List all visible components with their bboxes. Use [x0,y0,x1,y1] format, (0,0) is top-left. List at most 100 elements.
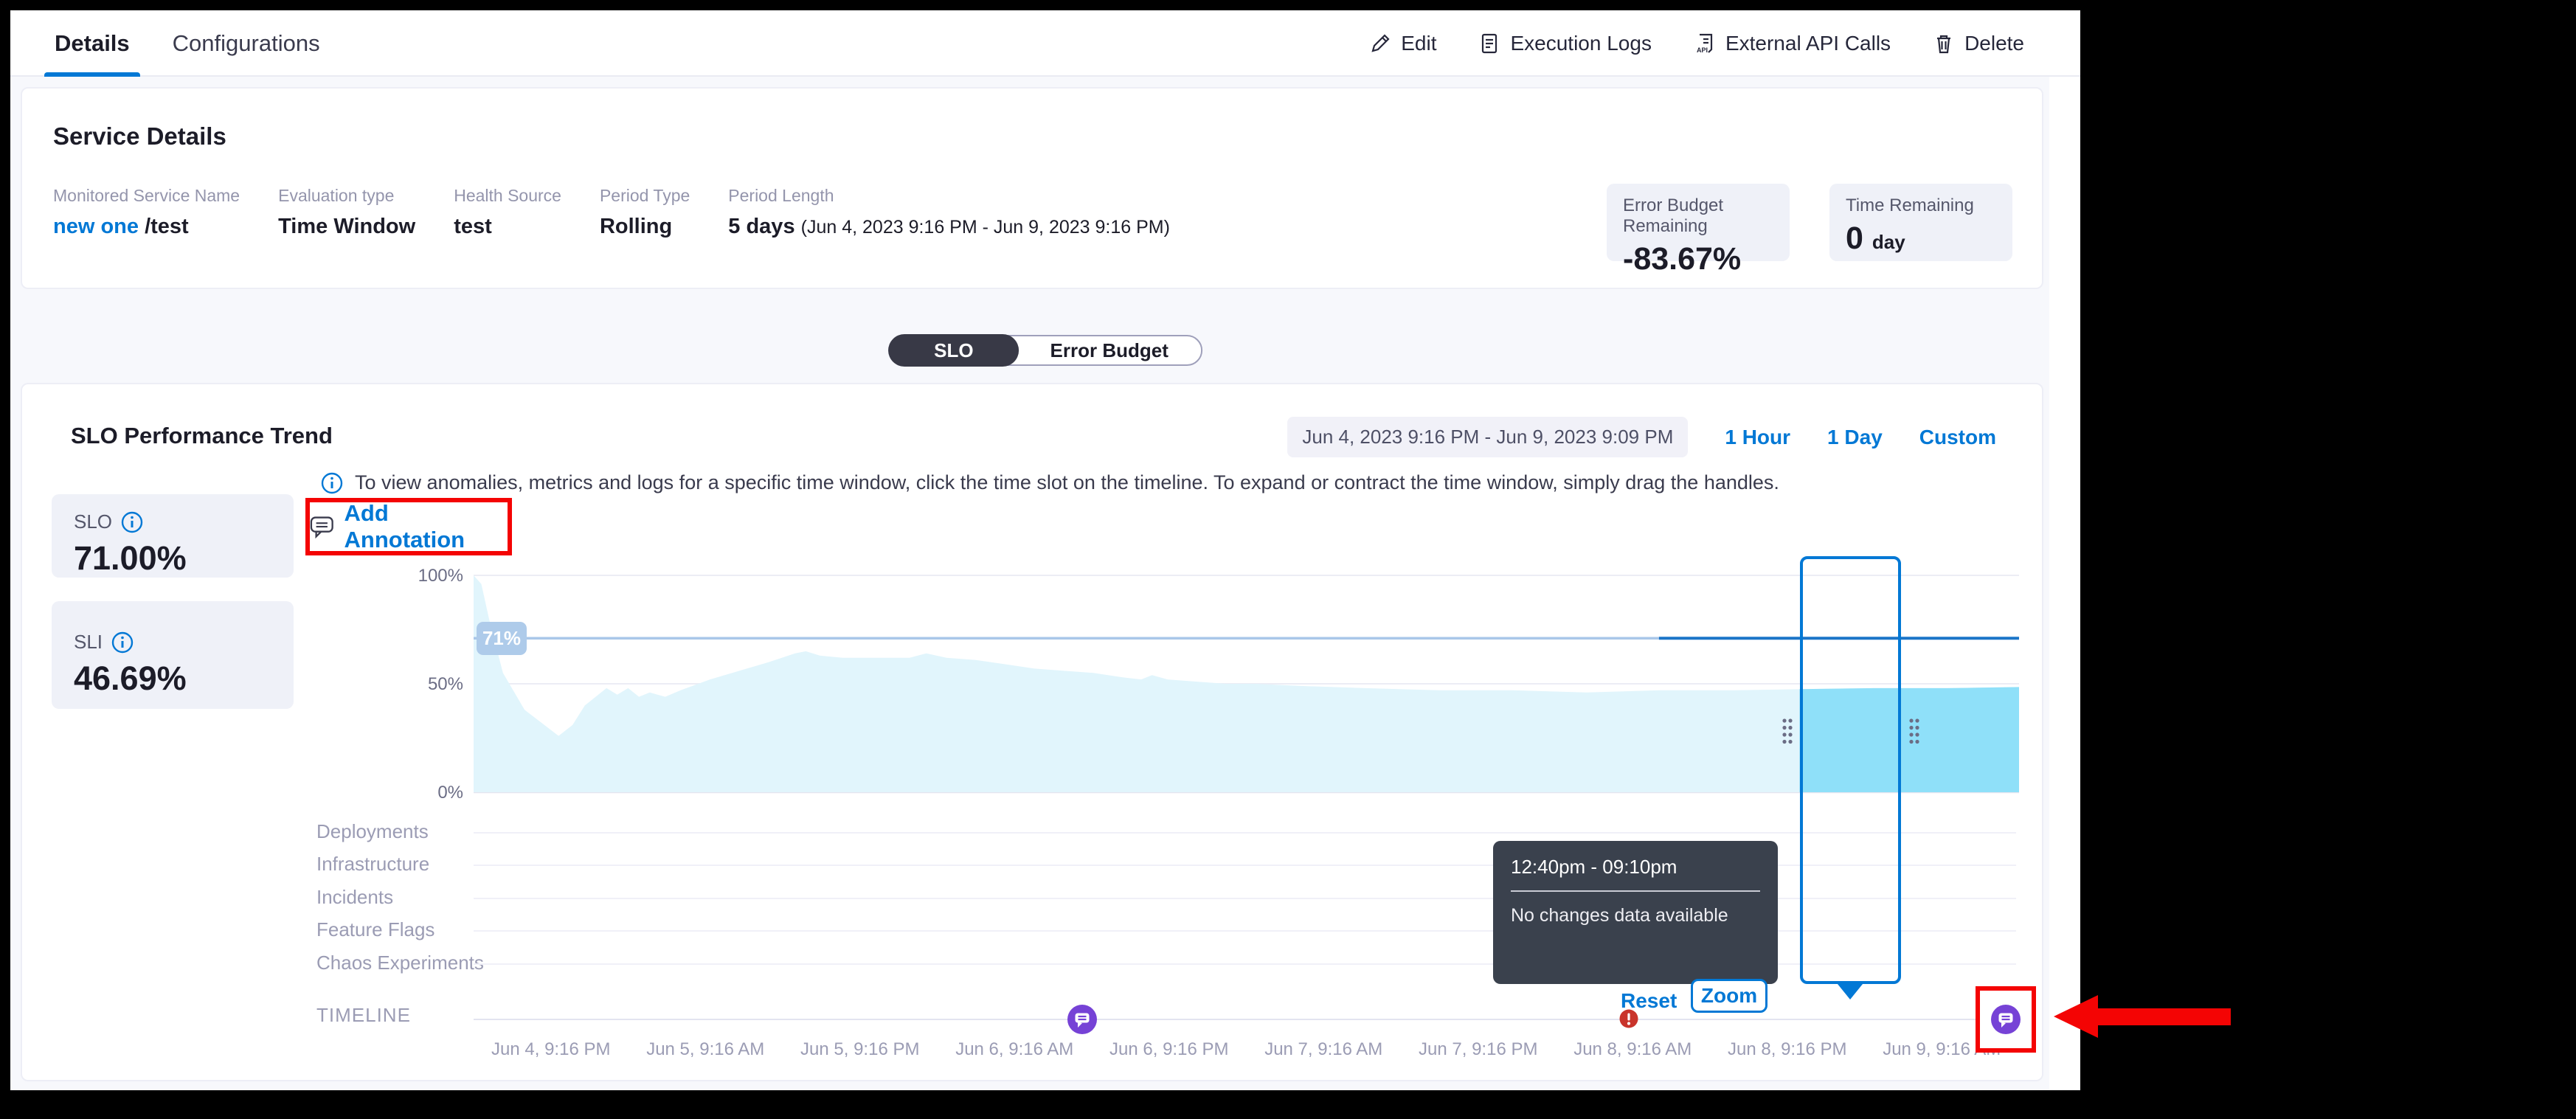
trend-title: SLO Performance Trend [71,423,333,449]
range-button-custom[interactable]: Custom [1919,426,1996,449]
slo-kpi-label: SLO [74,510,112,533]
scrollbar-track[interactable] [2049,77,2080,1090]
toggle-slo[interactable]: SLO [888,334,1019,367]
red-arrow-icon [2054,995,2098,1038]
timeline-track[interactable] [474,1019,2019,1020]
execution-logs-label: Execution Logs [1510,32,1651,55]
row-track[interactable] [474,865,2016,866]
x-axis-labels: Jun 4, 9:16 PMJun 5, 9:16 AMJun 5, 9:16 … [474,1039,2019,1060]
time-remaining-card: Time Remaining 0 day [1829,184,2012,261]
annotation-highlight-box [1976,986,2036,1053]
x-tick-label: Jun 8, 9:16 AM [1556,1039,1711,1060]
add-annotation-button[interactable]: Add Annotation [344,500,508,553]
tooltip-divider [1511,890,1760,892]
tabs: Details Configurations [55,10,320,77]
row-track[interactable] [474,832,2016,834]
row-track[interactable] [474,963,2016,965]
add-annotation-highlight: Add Annotation [305,498,512,555]
error-event-icon[interactable] [1619,1009,1638,1028]
field-period-type: Period Type Rolling [600,186,690,239]
x-tick-label: Jun 5, 9:16 AM [629,1039,783,1060]
time-remaining-unit: day [1872,231,1905,253]
zoom-button[interactable]: Zoom [1691,979,1767,1013]
x-tick-label: Jun 5, 9:16 PM [783,1039,938,1060]
time-remaining-value: 0 day [1846,221,1996,257]
timeline-label: TIMELINE [316,1004,411,1027]
objective-badge: 71% [477,622,527,655]
selection-pointer [1838,984,1863,1000]
tab-configurations[interactable]: Configurations [173,10,320,77]
error-budget-value: -83.67% [1623,241,1773,277]
trend-header-controls: Jun 4, 2023 9:16 PM - Jun 9, 2023 9:09 P… [1287,417,1996,457]
time-window-selection[interactable] [1800,556,1901,984]
edit-label: Edit [1401,32,1436,55]
row-track[interactable] [474,898,2016,899]
api-document-icon: API [1693,32,1717,55]
sli-info-icon[interactable] [111,631,134,654]
execution-logs-button[interactable]: Execution Logs [1478,32,1651,55]
info-banner: To view anomalies, metrics and logs for … [321,471,1779,494]
row-label: Feature Flags [316,918,434,941]
date-range-chip[interactable]: Jun 4, 2023 9:16 PM - Jun 9, 2023 9:09 P… [1287,417,1688,457]
x-tick-label: Jun 6, 9:16 AM [938,1039,1093,1060]
slo-performance-trend-card: SLO Performance Trend Jun 4, 2023 9:16 P… [21,383,2043,1081]
slo-kpi-card: SLO 71.00% [52,494,294,578]
row-track[interactable] [474,930,2016,932]
service-details-card: Service Details Monitored Service Name n… [21,87,2043,289]
comment-icon [310,515,334,538]
edit-button[interactable]: Edit [1368,32,1436,55]
external-api-calls-label: External API Calls [1725,32,1891,55]
sli-area-chart[interactable] [474,561,2019,804]
tab-bar: Details Configurations Edit Execution Lo… [10,10,2080,77]
trash-icon [1932,32,1956,55]
x-tick-label: Jun 8, 9:16 PM [1710,1039,1865,1060]
delete-label: Delete [1964,32,2024,55]
info-text: To view anomalies, metrics and logs for … [355,471,1779,494]
service-details-fields: Monitored Service Name new one /test Eva… [53,186,1170,239]
info-icon [321,472,343,494]
ytick-0: 0% [412,783,463,803]
annotation-icon-1[interactable] [1067,1004,1098,1035]
sli-kpi-label: SLI [74,631,103,654]
monitored-service-link[interactable]: new one [53,215,139,238]
pencil-icon [1368,32,1392,55]
monitored-service-suffix: /test [145,215,189,238]
svg-text:API: API [1697,46,1708,54]
right-drag-handle[interactable] [1908,716,1921,746]
x-tick-label: Jun 7, 9:16 AM [1247,1039,1402,1060]
sli-kpi-card: SLI 46.69% [52,601,294,709]
ytick-100: 100% [412,566,463,586]
field-monitored-service: Monitored Service Name new one /test [53,186,240,239]
delete-button[interactable]: Delete [1932,32,2024,55]
tooltip-message: No changes data available [1511,905,1760,926]
red-arrow-shaft [2097,1008,2231,1025]
field-health-source: Health Source test [454,186,561,239]
range-button-1-day[interactable]: 1 Day [1827,426,1883,449]
view-toggle: SLO Error Budget [888,335,1202,366]
sli-kpi-value: 46.69% [74,659,271,698]
changes-tooltip: 12:40pm - 09:10pm No changes data availa… [1493,841,1778,984]
tooltip-time-range: 12:40pm - 09:10pm [1511,856,1760,879]
row-label: Chaos Experiments [316,952,484,974]
x-tick-label: Jun 7, 9:16 PM [1401,1039,1556,1060]
left-drag-handle[interactable] [1781,716,1794,746]
slo-kpi-value: 71.00% [74,539,271,578]
ytick-50: 50% [412,674,463,695]
range-button-1-hour[interactable]: 1 Hour [1725,426,1790,449]
slo-info-icon[interactable] [121,511,143,533]
toggle-error-budget[interactable]: Error Budget [1018,335,1201,366]
row-label: Incidents [316,886,393,909]
period-length-range: (Jun 4, 2023 9:16 PM - Jun 9, 2023 9:16 … [801,217,1170,238]
header-actions: Edit Execution Logs API External API Cal… [1368,10,2024,77]
service-details-title: Service Details [53,122,226,150]
row-label: Deployments [316,820,429,843]
x-tick-label: Jun 4, 9:16 PM [474,1039,629,1060]
row-label: Infrastructure [316,853,429,876]
external-api-calls-button[interactable]: API External API Calls [1693,32,1891,55]
x-tick-label: Jun 6, 9:16 PM [1092,1039,1247,1060]
error-budget-remaining-card: Error Budget Remaining -83.67% [1607,184,1790,261]
document-icon [1478,32,1501,55]
field-period-length: Period Length 5 days (Jun 4, 2023 9:16 P… [728,186,1170,239]
tab-details[interactable]: Details [55,10,130,77]
annotation-icon-2[interactable] [1990,1004,2021,1035]
